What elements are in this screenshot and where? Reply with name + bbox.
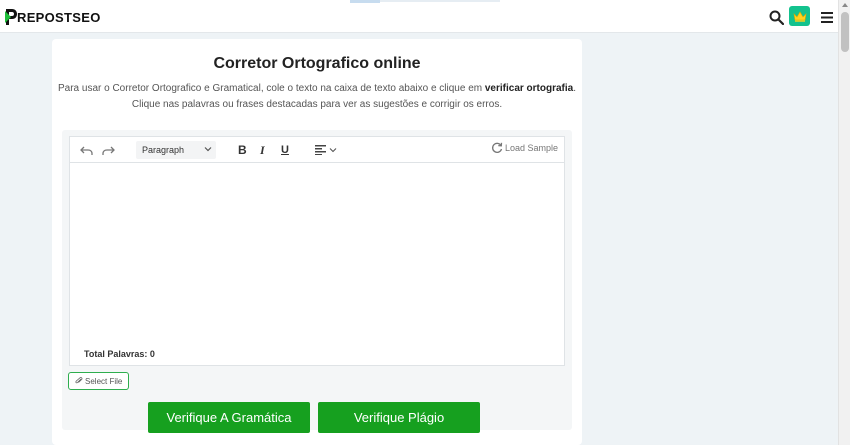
description-bold-text: verificar ortografia	[484, 83, 574, 94]
word-count-label: Total Palavras:	[84, 349, 148, 359]
redo-icon	[102, 146, 115, 155]
align-dropdown-button[interactable]	[315, 141, 337, 159]
logo-text: REPOSTSEO	[17, 9, 101, 25]
description-text: Para usar o Corretor Ortografico e Grama…	[57, 83, 485, 94]
description-end-text: .	[573, 83, 577, 94]
check-grammar-button[interactable]: Verifique A Gramática	[148, 402, 310, 433]
page-scrollbar[interactable]	[838, 0, 850, 445]
check-plagiarism-button[interactable]: Verifique Plágio	[318, 402, 480, 433]
page-title: Corretor Ortografico online	[213, 55, 421, 72]
site-logo[interactable]: REPOSTSEO	[5, 8, 101, 26]
chevron-down-icon	[204, 147, 212, 152]
hamburger-menu-icon[interactable]	[817, 7, 837, 27]
editor-toolbar: Paragraph B I U Load Sample	[69, 136, 565, 162]
page-description: Para usar o Corretor Ortografico e Grama…	[52, 81, 582, 113]
chevron-down-icon	[329, 148, 337, 153]
undo-icon	[80, 146, 93, 155]
search-icon[interactable]	[766, 7, 786, 27]
italic-button[interactable]: I	[260, 141, 265, 159]
crown-icon[interactable]	[789, 6, 810, 26]
scroll-up-arrow-icon[interactable]	[842, 3, 848, 7]
block-format-select[interactable]: Paragraph	[136, 141, 216, 159]
underline-button[interactable]: U	[281, 141, 289, 159]
load-sample-label: Load Sample	[504, 143, 558, 153]
spell-checker-card: Corretor Ortografico online Para usar o …	[52, 39, 582, 445]
paperclip-icon	[75, 377, 83, 384]
editor-container: Paragraph B I U Load Sample Total Palavr…	[62, 130, 572, 433]
undo-button[interactable]	[80, 141, 93, 159]
description-line-2: Clique nas palavras ou frases destacadas…	[131, 99, 503, 110]
block-format-value: Paragraph	[142, 145, 185, 155]
top-accent-bar	[350, 0, 380, 3]
scrollbar-thumb[interactable]	[841, 12, 849, 52]
align-left-icon	[315, 145, 326, 155]
refresh-icon	[492, 142, 503, 153]
bold-button[interactable]: B	[238, 141, 247, 159]
word-count-value: 0	[149, 349, 155, 359]
redo-button[interactable]	[102, 141, 115, 159]
select-file-button[interactable]: Select File	[68, 372, 130, 390]
logo-mark-icon	[5, 9, 17, 25]
word-count: Total Palavras: 0	[84, 349, 155, 359]
load-sample-button[interactable]: Load Sample	[491, 142, 558, 154]
top-navbar: REPOSTSEO	[0, 0, 838, 33]
description-line-1: Para usar o Corretor Ortografico e Grama…	[52, 81, 582, 97]
top-accent-bar-light	[380, 0, 500, 2]
select-file-label: Select File	[85, 376, 123, 386]
text-input-area[interactable]: Total Palavras: 0	[69, 162, 565, 366]
